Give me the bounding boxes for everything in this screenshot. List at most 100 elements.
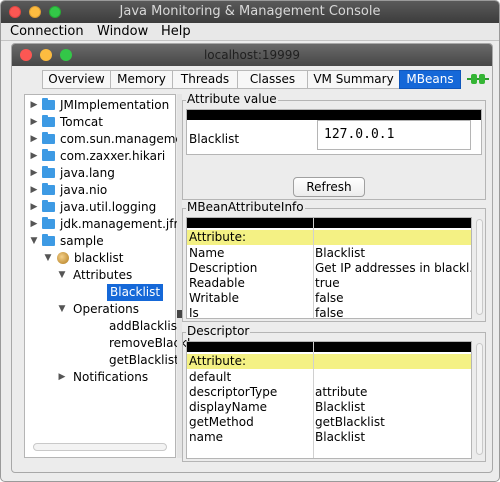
close-window-button[interactable] xyxy=(9,6,21,18)
tree-node-label: Operations xyxy=(73,302,139,316)
tree-node-label: blacklist xyxy=(74,251,124,265)
attribute-name: Blacklist xyxy=(189,132,240,146)
tree-node-label: JMImplementation xyxy=(60,98,170,112)
tab-memory[interactable]: Memory xyxy=(110,70,173,89)
row-header: Attribute: xyxy=(189,354,247,368)
tree-node-label: Tomcat xyxy=(60,115,103,129)
row-value: attribute xyxy=(315,385,368,399)
tree-node-label: Notifications xyxy=(73,370,149,384)
app-window: Java Monitoring & Management Console Con… xyxy=(0,0,500,482)
tab-overview[interactable]: Overview xyxy=(42,70,111,89)
row-key: default xyxy=(189,370,232,384)
minimize-connection-button[interactable] xyxy=(40,49,52,61)
connection-window: localhost:19999 Overview Memory Threads … xyxy=(11,43,493,473)
connection-title: localhost:19999 xyxy=(203,48,301,62)
mbean-icon xyxy=(57,252,69,264)
table-row: descriptorType attribute xyxy=(187,385,471,400)
row-value: getBlacklist xyxy=(315,415,385,429)
descriptor-title: Descriptor xyxy=(186,324,251,338)
mbean-attribute-info-title: MBeanAttributeInfo xyxy=(186,200,305,214)
tree-node-label: java.util.logging xyxy=(60,200,157,214)
tree-node-label: com.sun.manageme xyxy=(60,132,183,146)
menu-window[interactable]: Window xyxy=(97,24,148,39)
minimize-window-button[interactable] xyxy=(29,6,41,18)
tab-threads[interactable]: Threads xyxy=(172,70,238,89)
row-header: Attribute: xyxy=(189,230,247,244)
table-row: Name Blacklist xyxy=(187,246,471,261)
row-key: Description xyxy=(189,261,258,275)
attribute-value-title: Attribute value xyxy=(186,92,278,106)
zoom-window-button[interactable] xyxy=(49,6,61,18)
column-divider xyxy=(313,218,314,318)
folder-icon xyxy=(42,166,55,178)
tree-node-label: java.nio xyxy=(60,183,108,197)
folder-icon xyxy=(42,217,55,229)
table-header xyxy=(187,342,471,352)
row-key: Readable xyxy=(189,276,245,290)
column-divider xyxy=(313,342,314,458)
table-row: Writable false xyxy=(187,291,471,306)
table-row: Attribute: xyxy=(187,230,471,245)
tree-node-label: Attributes xyxy=(73,268,133,282)
table-row: getMethod getBlacklist xyxy=(187,415,471,430)
tab-bar: Overview Memory Threads Classes VM Summa… xyxy=(12,68,492,90)
folder-icon xyxy=(42,98,55,110)
mbean-attribute-info-table: Attribute: Name Blacklist Description Ge… xyxy=(186,217,472,319)
row-key: Writable xyxy=(189,291,239,305)
table-row: Attribute: xyxy=(187,354,471,369)
table-row: name Blacklist xyxy=(187,430,471,445)
table-header xyxy=(187,218,471,228)
tab-vm-summary[interactable]: VM Summary xyxy=(307,70,400,89)
table-header xyxy=(187,110,481,120)
attribute-value-field[interactable]: 127.0.0.1 xyxy=(317,120,471,150)
zoom-connection-button[interactable] xyxy=(60,49,72,61)
close-connection-button[interactable] xyxy=(20,49,32,61)
tree-node-label: com.zaxxer.hikari xyxy=(60,149,166,163)
row-value: Get IP addresses in blackl... xyxy=(315,261,472,275)
folder-icon xyxy=(42,149,55,161)
row-value: false xyxy=(315,291,344,305)
attribute-info-scrollbar[interactable] xyxy=(476,219,483,315)
row-key: name xyxy=(189,430,224,444)
tree-node-label: Blacklist xyxy=(107,284,164,301)
menu-connection[interactable]: Connection xyxy=(10,24,84,39)
tree-node-label: getBlacklist xyxy=(109,353,179,367)
window-titlebar: Java Monitoring & Management Console xyxy=(1,1,499,23)
tree-node-label: jdk.management.jfr xyxy=(60,217,179,231)
table-row: displayName Blacklist xyxy=(187,400,471,415)
descriptor-scrollbar[interactable] xyxy=(476,343,483,455)
refresh-button[interactable]: Refresh xyxy=(293,177,365,197)
mbean-tree: ▶ JMImplementation ▶ Tomcat ▶ com.sun.ma… xyxy=(24,94,190,458)
table-row: Description Get IP addresses in blackl..… xyxy=(187,261,472,276)
tab-classes[interactable]: Classes xyxy=(237,70,308,89)
tree-horizontal-scrollbar[interactable] xyxy=(33,443,167,451)
row-value: Blacklist xyxy=(315,400,366,414)
tree-node-label: addBlacklist xyxy=(109,319,182,333)
folder-icon xyxy=(42,234,55,246)
row-value: Blacklist xyxy=(315,430,366,444)
row-key: displayName xyxy=(189,400,268,414)
descriptor-table: Attribute: default descriptorType attrib… xyxy=(186,341,472,459)
attribute-detail-area: Attribute value Blacklist 127.0.0.1 Refr… xyxy=(182,92,486,464)
folder-icon xyxy=(42,115,55,127)
row-key: Is xyxy=(189,306,199,319)
menu-bar: Connection Window Help xyxy=(1,23,499,41)
tree-node-label: java.lang xyxy=(60,166,115,180)
connection-titlebar: localhost:19999 xyxy=(12,44,492,66)
row-value: false xyxy=(315,306,344,319)
attribute-value-text: 127.0.0.1 xyxy=(324,127,395,142)
row-value: true xyxy=(315,276,340,290)
connection-status-icon[interactable] xyxy=(467,73,489,85)
window-title: Java Monitoring & Management Console xyxy=(119,4,381,19)
table-row: Readable true xyxy=(187,276,471,291)
tree-node-label: sample xyxy=(60,234,104,248)
folder-icon xyxy=(42,183,55,195)
row-key: descriptorType xyxy=(189,385,278,399)
tab-mbeans[interactable]: MBeans xyxy=(399,70,461,89)
mbean-attribute-info-group: MBeanAttributeInfo Attribute: Name Black… xyxy=(182,200,486,322)
attribute-name-cell: Blacklist xyxy=(187,132,317,147)
menu-help[interactable]: Help xyxy=(161,24,191,39)
folder-icon xyxy=(42,200,55,212)
row-key: getMethod xyxy=(189,415,254,429)
row-value: Blacklist xyxy=(315,246,366,260)
